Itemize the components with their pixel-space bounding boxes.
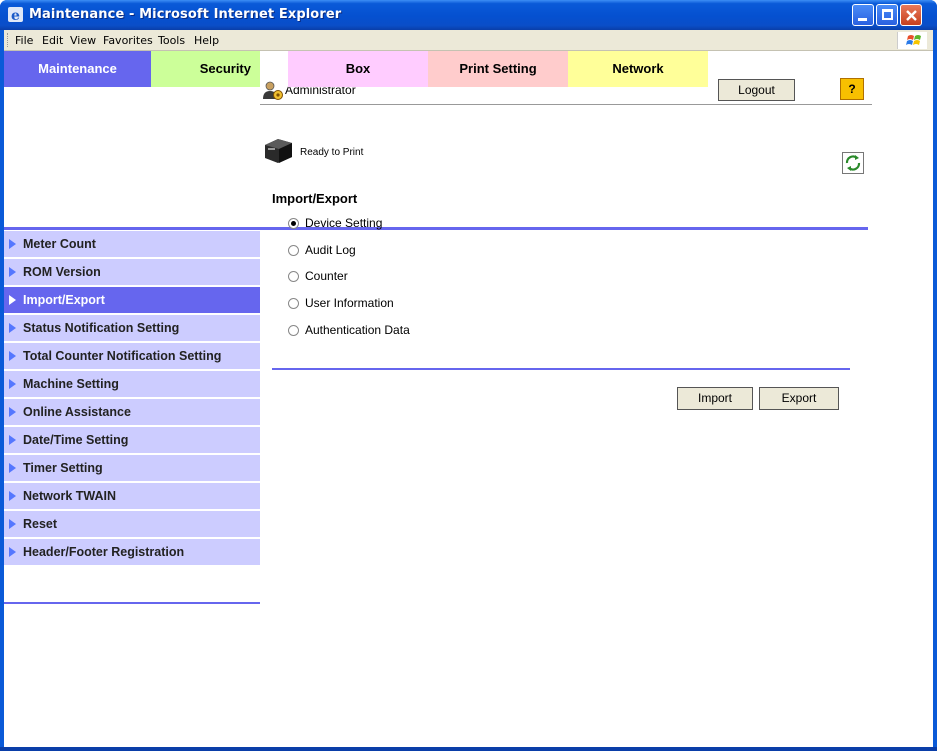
radio-button[interactable] (288, 298, 299, 309)
radio-button[interactable] (288, 325, 299, 336)
sidebar-item-status-notification[interactable]: Status Notification Setting (4, 315, 260, 343)
radio-button[interactable] (288, 271, 299, 282)
arrow-right-icon (9, 547, 16, 557)
sidebar: Meter Count ROM Version Import/Export St… (4, 231, 260, 567)
toolbar-grip (7, 33, 10, 47)
close-button[interactable] (900, 4, 922, 26)
arrow-right-icon (9, 463, 16, 473)
browser-window: e Maintenance - Microsoft Internet Explo… (0, 0, 937, 751)
logout-button[interactable]: Logout (718, 79, 795, 101)
sidebar-bottom-divider (4, 602, 260, 604)
close-icon (906, 10, 917, 21)
printer-icon (265, 139, 292, 163)
tab-underline (4, 227, 868, 230)
arrow-right-icon (9, 267, 16, 277)
sidebar-item-total-counter-notification[interactable]: Total Counter Notification Setting (4, 343, 260, 371)
menu-help[interactable]: Help (194, 34, 219, 47)
arrow-right-icon (9, 379, 16, 389)
sidebar-item-import-export[interactable]: Import/Export (4, 287, 260, 315)
radio-button[interactable] (288, 218, 299, 229)
windows-logo-icon (897, 32, 927, 49)
tab-security[interactable]: Security (151, 51, 260, 87)
ie-icon: e (8, 7, 23, 23)
window-title: Maintenance - Microsoft Internet Explore… (29, 7, 342, 22)
sidebar-item-machine-setting[interactable]: Machine Setting (4, 371, 260, 399)
arrow-right-icon (9, 435, 16, 445)
radio-button[interactable] (288, 245, 299, 256)
arrow-right-icon (9, 323, 16, 333)
maximize-button[interactable] (876, 4, 898, 26)
arrow-right-icon (9, 491, 16, 501)
tab-box[interactable]: Box (288, 51, 428, 87)
main-divider (272, 368, 850, 370)
header-divider (260, 104, 872, 105)
arrow-right-icon (9, 407, 16, 417)
admin-user-icon (263, 81, 283, 100)
tab-print-setting[interactable]: Print Setting (428, 51, 568, 87)
tab-maintenance[interactable]: Maintenance (4, 51, 151, 87)
sidebar-item-header-footer-registration[interactable]: Header/Footer Registration (4, 539, 260, 567)
tab-network[interactable]: Network (568, 51, 708, 87)
status-text: Ready to Print (300, 147, 364, 158)
menu-bar: File Edit View Favorites Tools Help (4, 30, 933, 51)
arrow-right-icon (9, 519, 16, 529)
page-content: Administrator Logout ? Ready to Print Ma… (4, 51, 933, 747)
sidebar-item-reset[interactable]: Reset (4, 511, 260, 539)
sidebar-item-timer-setting[interactable]: Timer Setting (4, 455, 260, 483)
window-bottom-border (0, 747, 937, 751)
sidebar-item-meter-count[interactable]: Meter Count (4, 231, 260, 259)
minimize-button[interactable] (852, 4, 874, 26)
svg-text:e: e (11, 8, 20, 23)
import-button[interactable]: Import (677, 387, 753, 410)
title-bar: e Maintenance - Microsoft Internet Explo… (0, 0, 937, 30)
menu-tools[interactable]: Tools (158, 34, 185, 47)
help-icon[interactable]: ? (840, 78, 864, 100)
sidebar-item-online-assistance[interactable]: Online Assistance (4, 399, 260, 427)
export-button[interactable]: Export (759, 387, 839, 410)
arrow-right-icon (9, 239, 16, 249)
sidebar-item-rom-version[interactable]: ROM Version (4, 259, 260, 287)
menu-edit[interactable]: Edit (42, 34, 63, 47)
arrow-right-icon (9, 351, 16, 361)
page-title: Import/Export (272, 191, 358, 206)
sidebar-item-date-time-setting[interactable]: Date/Time Setting (4, 427, 260, 455)
menu-favorites[interactable]: Favorites (103, 34, 153, 47)
arrow-right-icon (9, 295, 16, 305)
menu-view[interactable]: View (70, 34, 96, 47)
sidebar-item-network-twain[interactable]: Network TWAIN (4, 483, 260, 511)
refresh-icon[interactable] (842, 152, 864, 174)
menu-file[interactable]: File (15, 34, 33, 47)
